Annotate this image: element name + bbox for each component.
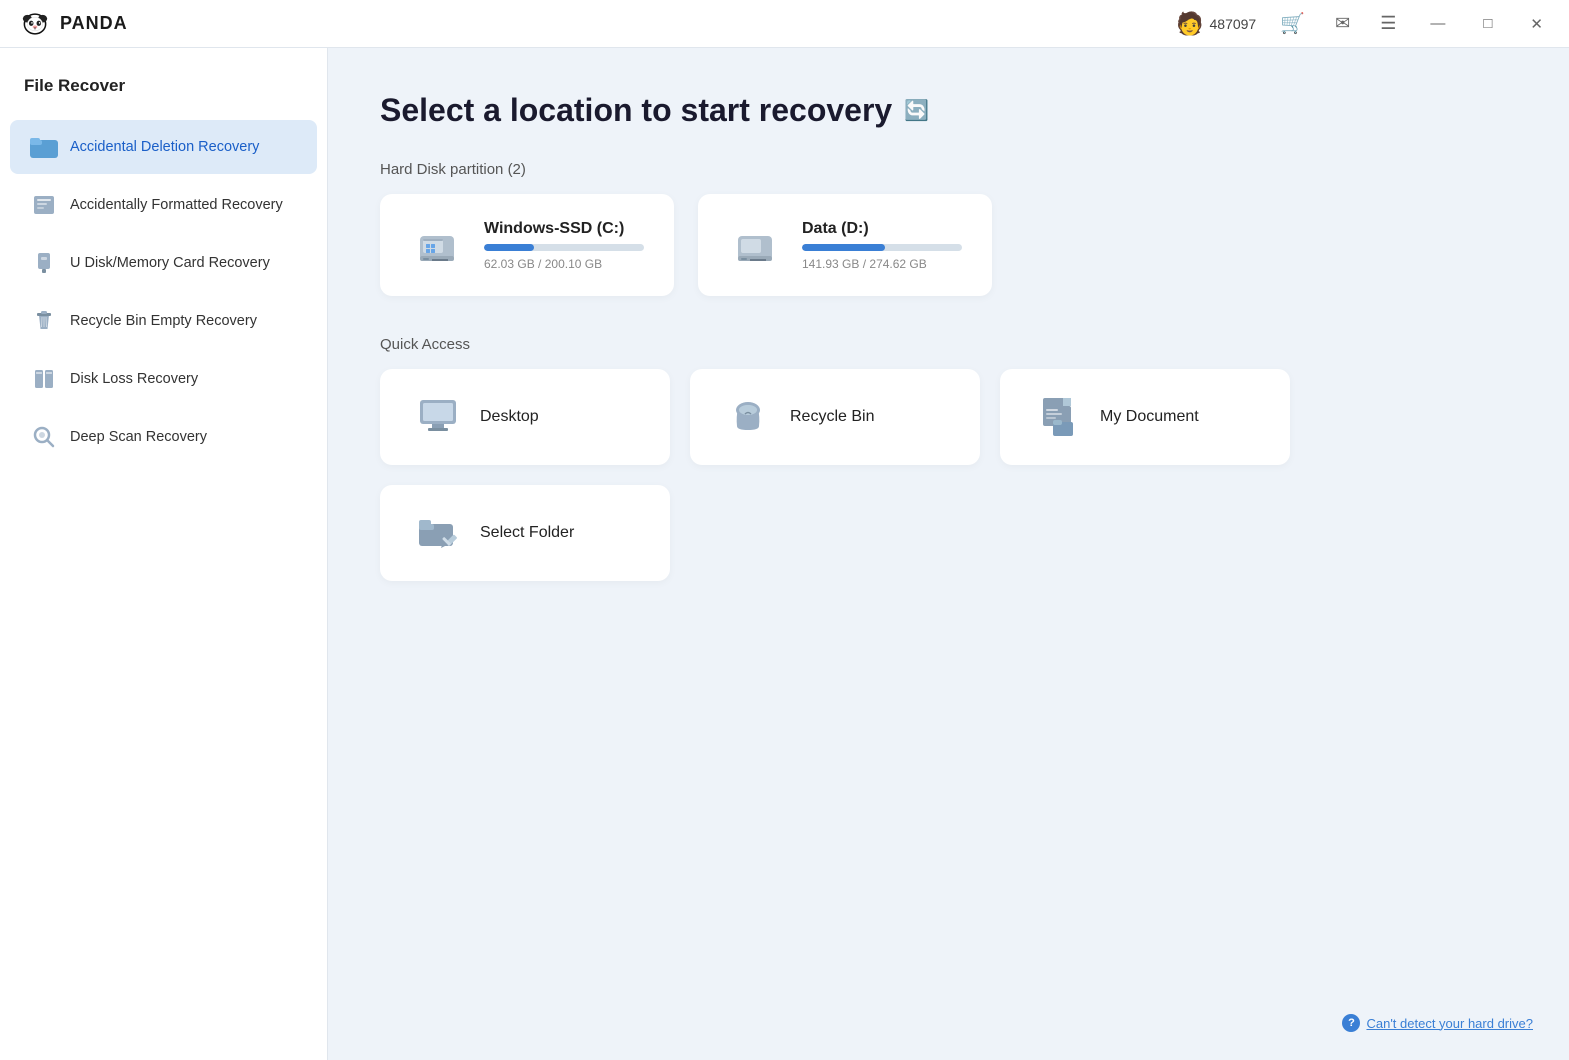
desktop-icon: [414, 393, 462, 441]
desktop-label: Desktop: [480, 408, 539, 426]
select-folder-icon: [414, 509, 462, 557]
quick-card-recycle-bin[interactable]: Recycle Bin: [690, 369, 980, 465]
disk-card-c[interactable]: Windows-SSD (C:) 62.03 GB / 200.10 GB: [380, 194, 674, 296]
disk-loss-icon: [30, 365, 58, 393]
user-avatar-icon: 🧑: [1176, 11, 1203, 37]
page-title-text: Select a location to start recovery: [380, 92, 892, 129]
titlebar-actions: 🧑 487097 🛒 ✉ ☰ — □ ✕: [1176, 7, 1553, 40]
titlebar: PANDA 🧑 487097 🛒 ✉ ☰ — □ ✕: [0, 0, 1569, 48]
my-document-label: My Document: [1100, 408, 1199, 426]
disk-d-bar-fill: [802, 244, 885, 251]
main-content: Select a location to start recovery 🔄 Ha…: [328, 48, 1569, 1060]
sidebar-item-udisk-label: U Disk/Memory Card Recovery: [70, 255, 270, 271]
sidebar-item-disk-loss[interactable]: Disk Loss Recovery: [10, 352, 317, 406]
minimize-button[interactable]: —: [1420, 11, 1455, 36]
app-logo: PANDA: [16, 10, 128, 38]
disk-d-bar: [802, 244, 962, 251]
quick-card-my-document[interactable]: My Document: [1000, 369, 1290, 465]
sidebar: File Recover Accidental Deletion Recover…: [0, 48, 328, 1060]
sidebar-item-accidental-deletion-label: Accidental Deletion Recovery: [70, 139, 259, 155]
sidebar-item-deep-scan-label: Deep Scan Recovery: [70, 429, 207, 445]
select-folder-label: Select Folder: [480, 524, 574, 542]
quick-access-label: Quick Access: [380, 336, 1517, 353]
hard-disk-section-label: Hard Disk partition (2): [380, 161, 1517, 178]
sidebar-item-disk-loss-label: Disk Loss Recovery: [70, 371, 198, 387]
sidebar-item-deep-scan[interactable]: Deep Scan Recovery: [10, 410, 317, 464]
sidebar-item-udisk[interactable]: U Disk/Memory Card Recovery: [10, 236, 317, 290]
quick-card-select-folder[interactable]: Select Folder: [380, 485, 670, 581]
disk-d-size: 141.93 GB / 274.62 GB: [802, 257, 962, 271]
sidebar-item-accidental-deletion[interactable]: Accidental Deletion Recovery: [10, 120, 317, 174]
disk-grid: Windows-SSD (C:) 62.03 GB / 200.10 GB: [380, 194, 1517, 296]
recycle-bin-icon: [30, 307, 58, 335]
disk-c-size: 62.03 GB / 200.10 GB: [484, 257, 644, 271]
refresh-icon: 🔄: [904, 98, 929, 123]
disk-format-icon: [30, 191, 58, 219]
hamburger-icon: ☰: [1380, 13, 1396, 34]
usb-icon: [30, 249, 58, 277]
sidebar-item-formatted-label: Accidentally Formatted Recovery: [70, 197, 283, 213]
app-body: File Recover Accidental Deletion Recover…: [0, 48, 1569, 1060]
disk-c-info: Windows-SSD (C:) 62.03 GB / 200.10 GB: [484, 220, 644, 271]
folder-icon: [30, 133, 58, 161]
recycle-bin-label: Recycle Bin: [790, 408, 874, 426]
cart-button[interactable]: 🛒: [1274, 7, 1311, 40]
help-link[interactable]: ? Can't detect your hard drive?: [1342, 1014, 1533, 1032]
quick-access-grid: Desktop Recycle Bin: [380, 369, 1517, 581]
help-link-text: Can't detect your hard drive?: [1366, 1016, 1533, 1031]
refresh-button[interactable]: 🔄: [904, 98, 929, 123]
panda-logo-icon: [16, 10, 54, 38]
message-icon: ✉: [1335, 13, 1350, 34]
disk-c-name: Windows-SSD (C:): [484, 220, 644, 238]
sidebar-item-formatted[interactable]: Accidentally Formatted Recovery: [10, 178, 317, 232]
page-title-row: Select a location to start recovery 🔄: [380, 92, 1517, 129]
maximize-button[interactable]: □: [1473, 11, 1502, 36]
disk-d-info: Data (D:) 141.93 GB / 274.62 GB: [802, 220, 962, 271]
disk-d-icon: [728, 218, 782, 272]
disk-d-name: Data (D:): [802, 220, 962, 238]
disk-c-bar-fill: [484, 244, 534, 251]
cart-icon: 🛒: [1280, 11, 1305, 36]
user-id-label: 487097: [1210, 16, 1257, 32]
disk-c-icon: [410, 218, 464, 272]
my-document-icon: [1034, 393, 1082, 441]
sidebar-item-recycle-bin-empty-label: Recycle Bin Empty Recovery: [70, 313, 257, 329]
sidebar-title: File Recover: [0, 76, 327, 118]
hard-disk-section: Hard Disk partition (2): [380, 161, 1517, 296]
sidebar-item-recycle-bin-empty[interactable]: Recycle Bin Empty Recovery: [10, 294, 317, 348]
disk-card-d[interactable]: Data (D:) 141.93 GB / 274.62 GB: [698, 194, 992, 296]
messages-button[interactable]: ✉: [1329, 9, 1356, 38]
quick-access-section: Quick Access Desktop: [380, 336, 1517, 581]
quick-card-desktop[interactable]: Desktop: [380, 369, 670, 465]
user-info: 🧑 487097: [1176, 11, 1256, 37]
disk-c-bar: [484, 244, 644, 251]
app-name-label: PANDA: [60, 13, 128, 34]
recycle-bin-quick-icon: [724, 393, 772, 441]
help-icon: ?: [1342, 1014, 1360, 1032]
close-button[interactable]: ✕: [1520, 11, 1553, 37]
menu-button[interactable]: ☰: [1374, 9, 1402, 38]
deep-scan-icon: [30, 423, 58, 451]
